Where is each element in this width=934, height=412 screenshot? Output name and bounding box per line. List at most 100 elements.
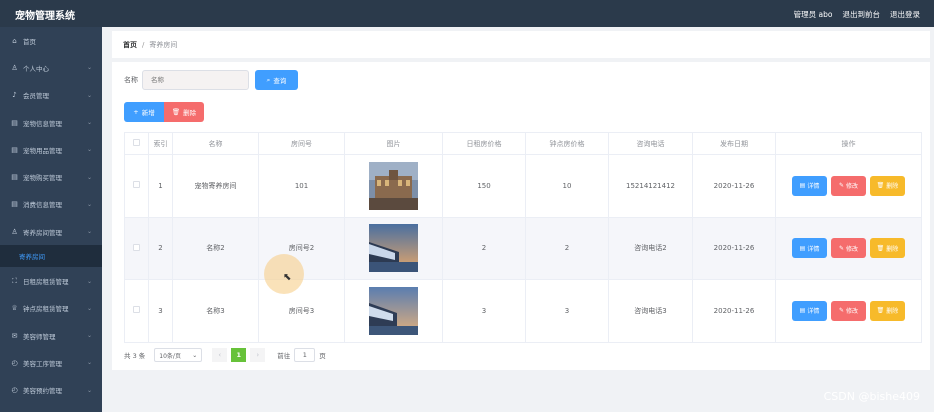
sidebar-item-label: 美容师管理 xyxy=(23,332,56,341)
sidebar-item[interactable]: ▤ 消费信息管理 ⌄ xyxy=(0,191,102,218)
total-count: 共 3 条 xyxy=(124,352,146,360)
page-number-current[interactable]: 1 xyxy=(231,348,247,362)
chevron-down-icon: ⌄ xyxy=(86,173,92,181)
add-button[interactable]: + 新增 xyxy=(124,102,164,122)
edit-button[interactable]: ✎ 修改 xyxy=(831,175,866,196)
breadcrumb-separator: / xyxy=(142,40,145,49)
pagination: 共 3 条 10条/页 ⌄ ‹ 1 › 前往 1 页 xyxy=(124,348,326,362)
search-form: 名称 ⌕ 查询 xyxy=(124,70,298,90)
delete-button[interactable]: 🗑 删除 xyxy=(870,238,905,259)
row-checkbox[interactable] xyxy=(133,306,140,314)
clock-icon: ◴ xyxy=(11,386,18,395)
sidebar-item[interactable]: ▤ 宠物用品管理 ⌄ xyxy=(0,136,102,163)
cell-image xyxy=(344,216,443,280)
cell-hour-price: 2 xyxy=(525,216,609,280)
back-to-front-link[interactable]: 退出到前台 xyxy=(843,9,881,20)
document-icon: ▤ xyxy=(799,307,806,315)
pencil-icon: ✎ xyxy=(838,182,844,190)
sidebar-item[interactable]: ▤ 宠物购买管理 ⌄ xyxy=(0,163,102,190)
data-table: 索引 名称 房间号 图片 日租房价格 钟点房价格 咨询电话 发布日期 操作 1宠… xyxy=(124,132,922,343)
sidebar-item-label: 美容预约管理 xyxy=(23,387,62,396)
cell-name: 宠物寄养房间 xyxy=(172,154,259,218)
chevron-down-icon: ⌄ xyxy=(86,277,92,285)
sidebar-item-label: 寄养房间管理 xyxy=(23,228,62,237)
sidebar-item[interactable]: ⌂ 首页 xyxy=(0,27,102,54)
table-row: 1 宠物寄养房间 101 150 10 15214121412 2020-11-26 ▤ 详情 ✎… xyxy=(124,154,922,218)
detail-button[interactable]: ▤ 详情 xyxy=(792,300,827,321)
column-header: 咨询电话 xyxy=(608,132,693,155)
edit-label: 修改 xyxy=(846,245,859,253)
column-header: 发布日期 xyxy=(692,132,776,155)
cell-operations: ▤ 详情 ✎ 修改 🗑 删除 xyxy=(775,279,922,343)
sidebar-item[interactable]: ▤ 宠物信息管理 ⌄ xyxy=(0,109,102,136)
delete-label: 删除 xyxy=(886,183,899,191)
sidebar-item[interactable]: ♕ 钟点房租赁管理 ⌄ xyxy=(0,295,102,322)
sidebar-item[interactable]: ♙ 寄养房间管理 ⌄ xyxy=(0,218,102,245)
delete-label: 删除 xyxy=(886,308,899,316)
cell-phone: 咨询电话3 xyxy=(608,279,693,343)
edit-label: 修改 xyxy=(846,308,859,316)
sidebar: ⌂ 首页 ♙ 个人中心 ⌄ ♪ 会员管理 ⌄ ▤ 宠物信息管理 ⌄ ▤ 宠物用品管理 ⌄ ▤ 宠物购买管理 ⌄ ▤… xyxy=(0,27,102,412)
header-links: 管理员 abo 退出到前台 退出登录 xyxy=(794,9,920,20)
mail-icon: ✉ xyxy=(11,331,18,340)
watermark: CSDN @bishe409 xyxy=(823,390,920,403)
pencil-icon: ✎ xyxy=(838,244,844,252)
sidebar-subitem-active[interactable]: 寄养房间 xyxy=(0,245,102,268)
sidebar-item[interactable]: ♙ 个人中心 ⌄ xyxy=(0,54,102,81)
cell-operations: ▤ 详情 ✎ 修改 🗑 删除 xyxy=(775,154,922,218)
document-icon: ▤ xyxy=(11,173,18,182)
sidebar-item[interactable]: ◴ 美容工序管理 ⌄ xyxy=(0,349,102,376)
sidebar-item-label: 美容工序管理 xyxy=(23,359,62,368)
logout-link[interactable]: 退出登录 xyxy=(890,9,920,20)
cell-day-price: 3 xyxy=(442,279,526,343)
cell-index: 1 xyxy=(148,154,173,218)
delete-label: 删除 xyxy=(886,245,899,253)
current-user: 管理员 abo xyxy=(793,10,833,19)
goto-page-input[interactable]: 1 xyxy=(294,348,316,362)
batch-delete-label: 删除 xyxy=(183,109,197,117)
cell-operations: ▤ 详情 ✎ 修改 🗑 删除 xyxy=(775,216,922,280)
table-row: 3 名称3 房间号3 3 3 咨询电话3 2020-11-26 ▤ 详情 ✎ 修改 🗑 删除 xyxy=(124,279,922,343)
cell-day-price: 150 xyxy=(442,154,526,218)
cell-day-price: 2 xyxy=(442,216,526,280)
search-input[interactable] xyxy=(142,70,249,90)
detail-button[interactable]: ▤ 详情 xyxy=(792,238,827,259)
user-icon: ♙ xyxy=(11,227,18,236)
sidebar-item-label: 宠物用品管理 xyxy=(23,146,62,155)
page-unit-label: 页 xyxy=(319,352,326,360)
detail-label: 详情 xyxy=(807,183,820,191)
trash-icon: 🗑 xyxy=(876,307,885,315)
sidebar-item[interactable]: ⛶ 日租房租赁管理 ⌄ xyxy=(0,267,102,294)
cell-phone: 15214121412 xyxy=(608,154,693,218)
row-checkbox[interactable] xyxy=(133,181,140,189)
column-header: 钟点房价格 xyxy=(525,132,609,155)
room-photo xyxy=(369,161,418,210)
detail-button[interactable]: ▤ 详情 xyxy=(792,175,827,196)
sidebar-item-label: 宠物购买管理 xyxy=(23,174,62,183)
query-button[interactable]: ⌕ 查询 xyxy=(255,70,298,90)
edit-button[interactable]: ✎ 修改 xyxy=(831,300,866,321)
pencil-icon: ✎ xyxy=(838,307,844,315)
edit-button[interactable]: ✎ 修改 xyxy=(831,238,866,259)
trophy-icon: ♕ xyxy=(11,304,18,313)
batch-delete-button[interactable]: 🗑 删除 xyxy=(164,102,204,122)
cell-name: 名称3 xyxy=(172,279,259,343)
room-photo xyxy=(369,286,418,335)
select-all-checkbox[interactable] xyxy=(133,139,140,146)
cell-date: 2020-11-26 xyxy=(692,279,776,343)
prev-page-button[interactable]: ‹ xyxy=(212,348,228,362)
delete-button[interactable]: 🗑 删除 xyxy=(870,300,905,321)
column-header: 日租房价格 xyxy=(442,132,526,155)
breadcrumb-home[interactable]: 首页 xyxy=(123,40,137,50)
row-checkbox[interactable] xyxy=(133,243,140,251)
next-page-button[interactable]: › xyxy=(250,348,266,362)
sidebar-item[interactable]: ◴ 美容预约管理 ⌄ xyxy=(0,377,102,404)
sidebar-item[interactable]: ♪ 会员管理 ⌄ xyxy=(0,82,102,109)
page-size-select[interactable]: 10条/页 ⌄ xyxy=(154,348,203,362)
delete-button[interactable]: 🗑 删除 xyxy=(870,175,905,196)
sidebar-item[interactable]: ✉ 美容师管理 ⌄ xyxy=(0,322,102,349)
column-header: 操作 xyxy=(775,132,922,155)
top-bar: 宠物管理系统 管理员 abo 退出到前台 退出登录 xyxy=(0,0,934,27)
cell-image xyxy=(344,279,443,343)
chevron-down-icon: ⌄ xyxy=(86,304,92,312)
